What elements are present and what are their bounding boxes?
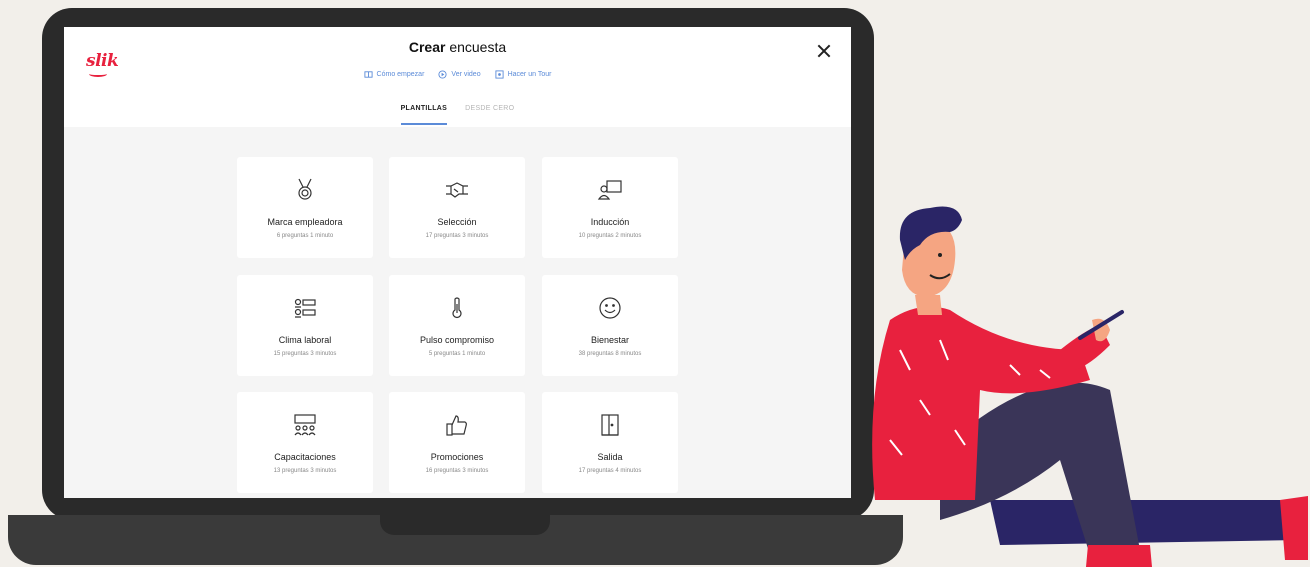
template-meta: 15 preguntas 3 minutos (273, 351, 337, 357)
tab-desde-cero[interactable]: DESDE CERO (465, 105, 514, 125)
template-meta: 38 preguntas 8 minutos (578, 351, 642, 357)
template-card-bienestar[interactable]: Bienestar 38 preguntas 8 minutos (542, 275, 678, 376)
help-link-tour[interactable]: Hacer un Tour (495, 70, 552, 79)
help-link-how-to-start[interactable]: Cómo empezar (363, 70, 425, 79)
page-title: Crear encuesta (64, 39, 851, 55)
thumbs-up-icon (446, 415, 467, 436)
template-card-pulso-compromiso[interactable]: Pulso compromiso 5 preguntas 1 minuto (389, 275, 525, 376)
laptop-notch (380, 515, 550, 535)
help-link-label: Hacer un Tour (507, 71, 552, 78)
exit-door-icon (601, 414, 619, 436)
person-illustration (872, 206, 1308, 567)
medal-icon (298, 178, 312, 200)
template-meta: 16 preguntas 3 minutos (425, 468, 489, 474)
tour-icon (495, 70, 504, 79)
close-button[interactable] (816, 43, 832, 59)
help-link-label: Cómo empezar (376, 71, 425, 78)
app-screen: slik Crear encuesta Cómo empezar Ver vid… (64, 27, 851, 498)
help-link-video[interactable]: Ver video (438, 70, 481, 79)
template-title: Selección (437, 217, 477, 227)
template-card-salida[interactable]: Salida 17 preguntas 4 minutos (542, 392, 678, 493)
template-title: Promociones (430, 452, 484, 462)
smile-icon (599, 297, 621, 319)
template-title: Salida (597, 452, 623, 462)
template-title: Bienestar (590, 335, 630, 345)
handshake-icon (446, 182, 468, 198)
audience-icon (294, 414, 316, 436)
play-icon (438, 70, 447, 79)
help-link-label: Ver video (451, 71, 481, 78)
template-card-promociones[interactable]: Promociones 16 preguntas 3 minutos (389, 392, 525, 493)
template-card-induccion[interactable]: Inducción 10 preguntas 2 minutos (542, 157, 678, 258)
template-meta: 17 preguntas 3 minutos (425, 233, 489, 239)
template-meta: 5 preguntas 1 minuto (428, 351, 486, 357)
template-meta: 10 preguntas 2 minutos (578, 233, 642, 239)
template-card-clima-laboral[interactable]: Clima laboral 15 preguntas 3 minutos (237, 275, 373, 376)
app-header: slik Crear encuesta Cómo empezar Ver vid… (64, 27, 851, 127)
help-links: Cómo empezar Ver video Hacer un Tour (64, 70, 851, 79)
book-icon (363, 71, 373, 78)
template-meta: 13 preguntas 3 minutos (273, 468, 337, 474)
tab-plantillas[interactable]: PLANTILLAS (400, 105, 448, 125)
template-card-marca-empleadora[interactable]: Marca empleadora 6 preguntas 1 minuto (237, 157, 373, 258)
title-rest: encuesta (445, 39, 507, 55)
template-title: Clima laboral (278, 335, 332, 345)
template-title: Pulso compromiso (419, 335, 495, 345)
thermometer-icon (452, 297, 462, 318)
template-title: Inducción (590, 217, 630, 227)
tabs: PLANTILLAS DESDE CERO (64, 105, 851, 125)
template-card-seleccion[interactable]: Selección 17 preguntas 3 minutos (389, 157, 525, 258)
template-card-capacitaciones[interactable]: Capacitaciones 13 preguntas 3 minutos (237, 392, 373, 493)
presentation-icon (597, 180, 622, 200)
title-bold: Crear (408, 39, 446, 55)
template-meta: 6 preguntas 1 minuto (276, 233, 334, 239)
template-title: Marca empleadora (267, 217, 343, 227)
template-meta: 17 preguntas 4 minutos (578, 468, 642, 474)
team-icon (294, 298, 316, 318)
template-title: Capacitaciones (274, 452, 336, 462)
